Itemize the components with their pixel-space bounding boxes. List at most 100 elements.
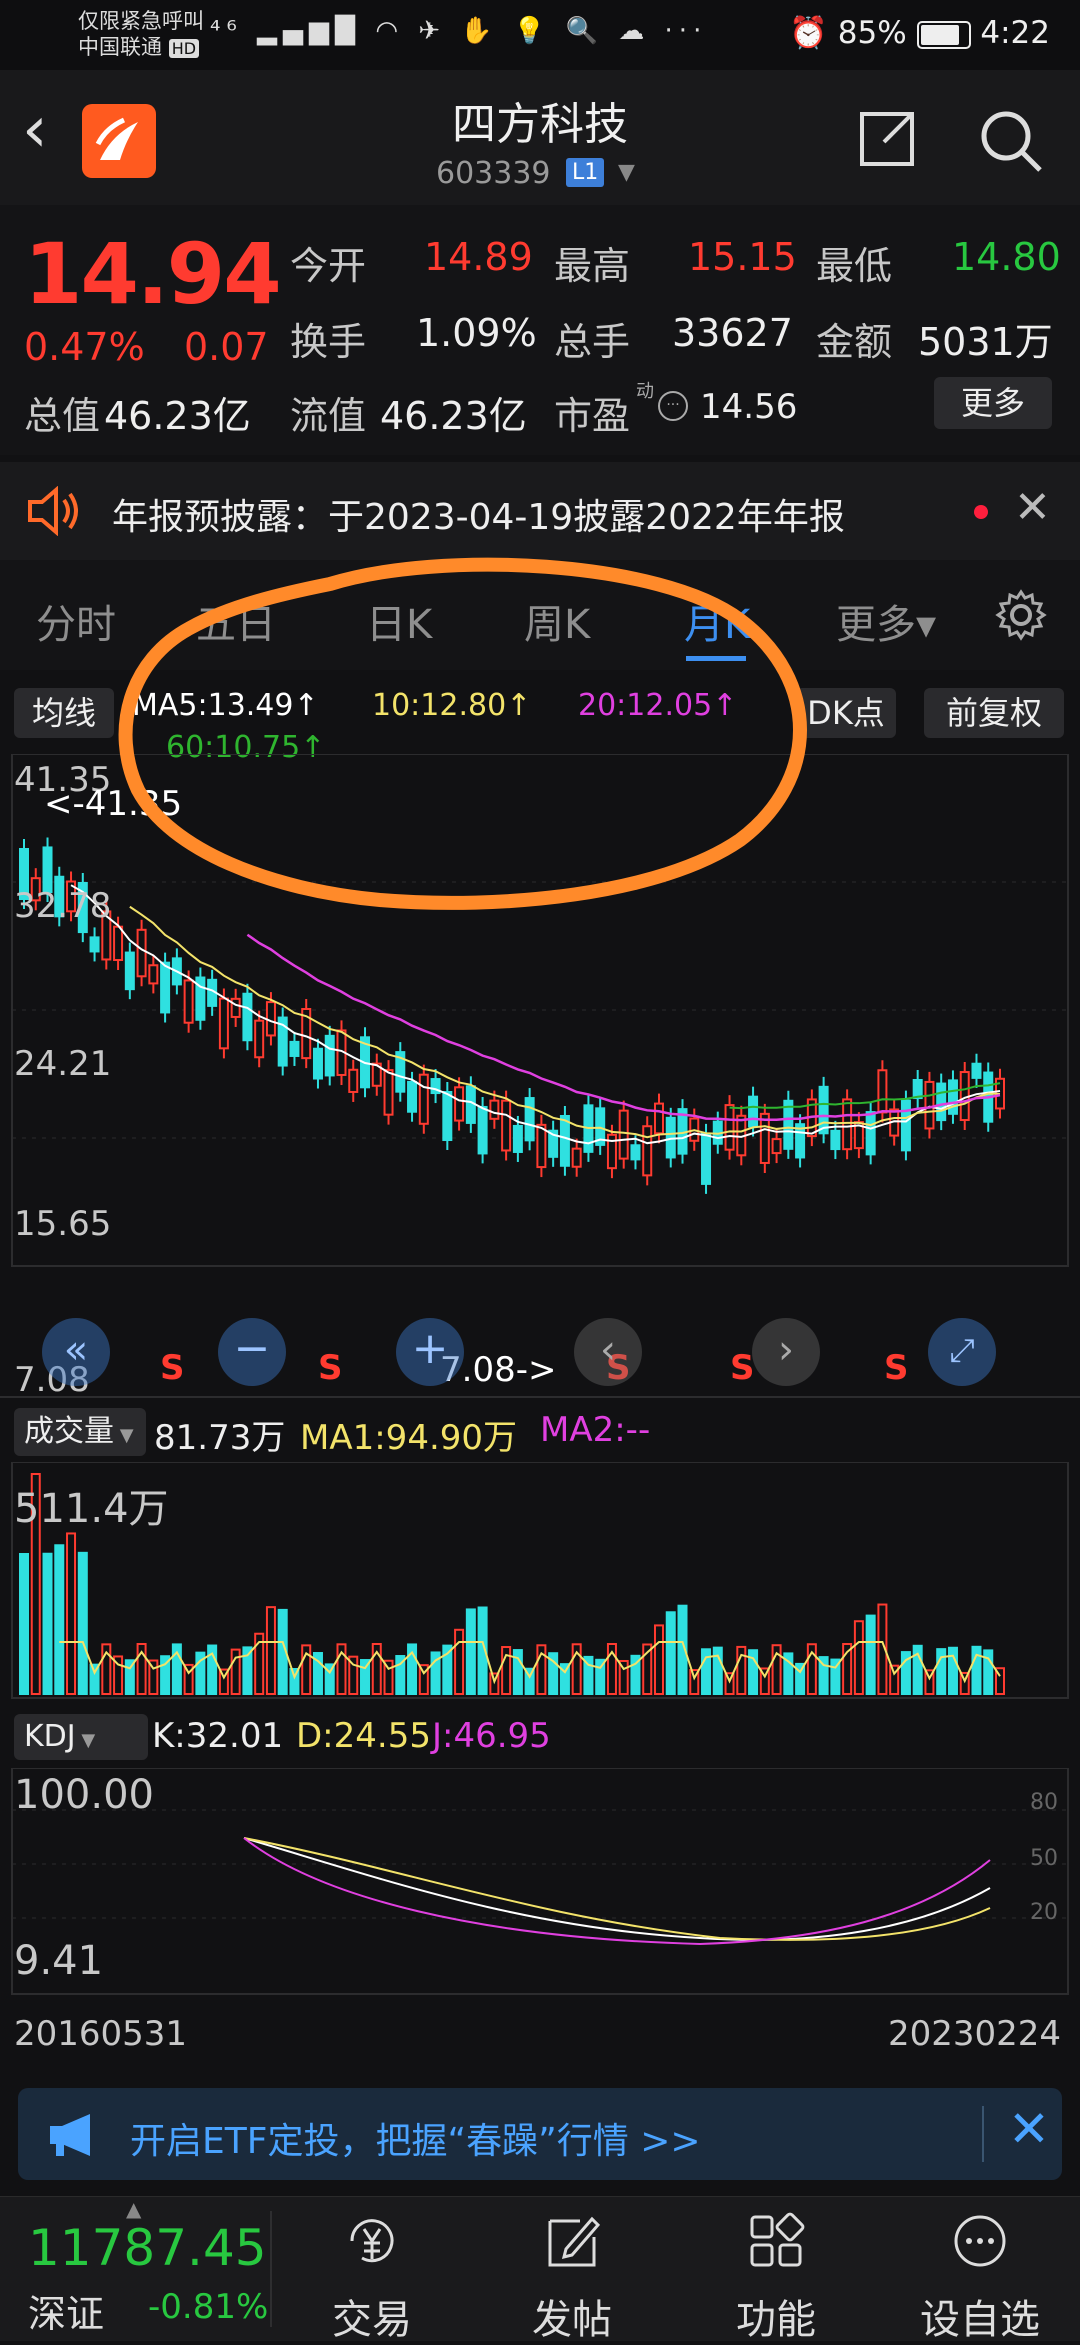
nav-watchlist-label: 设自选 bbox=[920, 2297, 1040, 2343]
low-value: 14.80 bbox=[952, 235, 1061, 279]
kdj-chart[interactable] bbox=[0, 1768, 1080, 1998]
kdj-selector[interactable]: KDJ ▼ bbox=[14, 1714, 148, 1760]
candle bbox=[348, 1068, 359, 1093]
candle bbox=[454, 1086, 465, 1122]
candle bbox=[771, 1138, 782, 1155]
divider bbox=[982, 2106, 984, 2162]
close-icon[interactable]: ✕ bbox=[1014, 482, 1051, 533]
pe-label: 市盈 bbox=[554, 394, 631, 438]
quote-panel: 14.94 0.47% 0.07 今开 14.89 最高 15.15 最低 14… bbox=[0, 205, 1080, 455]
nav-post-label: 发帖 bbox=[532, 2297, 612, 2343]
index-ticker[interactable]: ▲ 11787.45 深证 -0.81% bbox=[0, 2197, 270, 2341]
volume-selector[interactable]: 成交量 ▼ bbox=[14, 1408, 146, 1456]
dropdown-icon: ▼ bbox=[75, 1730, 96, 1751]
status-icons: ⁴⁶ ▂▄▆█ ◠ ✈ ✋ 💡 🔍 ☁ ··· bbox=[210, 16, 708, 46]
nav-function-label: 功能 bbox=[736, 2297, 816, 2343]
nav-post[interactable]: 发帖 bbox=[492, 2197, 652, 2343]
float-value-label: 流值 bbox=[290, 394, 367, 438]
y-tick-2: 32.78 bbox=[14, 886, 112, 926]
index-change: -0.81% bbox=[148, 2287, 269, 2327]
scroll-prev-icon[interactable]: ‹ bbox=[574, 1318, 642, 1386]
candle bbox=[501, 1099, 512, 1152]
nav-function[interactable]: 功能 bbox=[696, 2197, 856, 2343]
volume-bar bbox=[42, 1552, 53, 1696]
price-adjust-button[interactable]: 前复权 bbox=[924, 688, 1064, 738]
pe-info-icon[interactable]: ··· bbox=[658, 391, 688, 421]
kdj-tick-20: 20 bbox=[1030, 1900, 1058, 1925]
volume-bar bbox=[66, 1532, 77, 1695]
kdj-d-value: D:24.55 bbox=[296, 1716, 431, 1756]
volume-max-label: 511.4万 bbox=[14, 1486, 169, 1532]
gear-icon[interactable] bbox=[994, 588, 1048, 642]
volume-ma1: MA1:94.90万 bbox=[300, 1418, 518, 1458]
close-icon[interactable]: ✕ bbox=[1008, 2100, 1050, 2158]
volume-bar bbox=[465, 1608, 476, 1696]
current-price: 14.94 bbox=[24, 225, 282, 323]
total-value: 46.23亿 bbox=[104, 394, 251, 438]
zoom-in-icon[interactable]: + bbox=[396, 1318, 464, 1386]
open-value: 14.89 bbox=[424, 235, 533, 279]
low-label: 最低 bbox=[816, 244, 893, 288]
candle bbox=[324, 1034, 335, 1077]
tab-more[interactable]: 更多▾ bbox=[836, 592, 936, 650]
clock-time: 4:22 bbox=[980, 15, 1050, 51]
kdj-selector-label: KDJ bbox=[24, 1719, 76, 1754]
y-tick-3: 24.21 bbox=[14, 1044, 112, 1084]
volume-label: 总手 bbox=[554, 320, 631, 364]
candle bbox=[524, 1097, 535, 1142]
battery-icon bbox=[916, 20, 971, 49]
high-label: 最高 bbox=[554, 244, 631, 288]
volume-value: 33627 bbox=[672, 311, 793, 355]
nav-trade-label: 交易 bbox=[332, 2297, 412, 2343]
search-icon[interactable] bbox=[978, 108, 1044, 174]
status-right: ⏰ 85% 4:22 bbox=[789, 14, 1050, 51]
promo-banner[interactable]: 开启ETF定投，把握“春躁”行情 >> ✕ bbox=[18, 2088, 1062, 2180]
promo-text: 开启ETF定投，把握“春躁”行情 >> bbox=[130, 2121, 701, 2162]
scroll-next-icon[interactable]: › bbox=[752, 1318, 820, 1386]
volume-bar bbox=[19, 1553, 29, 1695]
scroll-left-icon[interactable]: « bbox=[42, 1318, 110, 1386]
candle bbox=[618, 1109, 629, 1160]
change-percent: 0.47% bbox=[24, 325, 145, 369]
kdj-j-value: J:46.95 bbox=[432, 1716, 551, 1756]
expand-up-icon: ▲ bbox=[126, 2197, 142, 2221]
volume-bar bbox=[865, 1614, 876, 1695]
more-quote-button[interactable]: 更多 bbox=[934, 377, 1052, 429]
candle bbox=[748, 1095, 759, 1128]
alarm-icon: ⏰ bbox=[789, 15, 828, 51]
candle bbox=[148, 964, 159, 985]
candle bbox=[536, 1123, 547, 1169]
open-label: 今开 bbox=[290, 244, 367, 288]
carrier-emergency-text: 仅限紧急呼叫 bbox=[78, 9, 204, 33]
zoom-out-icon[interactable]: − bbox=[218, 1318, 286, 1386]
nav-trade[interactable]: 交易 bbox=[292, 2197, 452, 2343]
sell-marker: S bbox=[160, 1348, 185, 1388]
sell-marker: S bbox=[884, 1348, 909, 1388]
chart-area: 均线 MA5:13.49↑ 10:12.80↑ 20:12.05↑ 60:10.… bbox=[0, 557, 1080, 2080]
volume-bar bbox=[853, 1620, 864, 1696]
candle bbox=[242, 992, 253, 1042]
index-name: 深证 bbox=[28, 2292, 105, 2336]
volume-bar bbox=[454, 1628, 465, 1696]
nav-watchlist[interactable]: 设自选 bbox=[900, 2197, 1060, 2343]
announcement-text: 年报预披露：于2023-04-19披露2022年年报 bbox=[112, 497, 845, 538]
level-dropdown-icon[interactable]: ▼ bbox=[618, 160, 635, 185]
candle bbox=[312, 1047, 323, 1080]
candle bbox=[865, 1111, 876, 1156]
candle bbox=[489, 1099, 500, 1120]
kdj-d-line bbox=[243, 1837, 991, 1941]
amount-label: 金额 bbox=[816, 320, 893, 364]
candle bbox=[512, 1124, 523, 1153]
share-icon[interactable] bbox=[858, 110, 916, 168]
divider bbox=[0, 1396, 1080, 1398]
announcement-bar[interactable]: 年报预披露：于2023-04-19披露2022年年报 ✕ bbox=[0, 462, 1080, 560]
candle bbox=[653, 1102, 664, 1135]
turnover-label: 换手 bbox=[290, 320, 367, 364]
candle bbox=[230, 997, 241, 1018]
indicator-button[interactable]: 均线 bbox=[14, 688, 114, 738]
pe-dynamic-sup: 动 bbox=[636, 381, 654, 402]
dropdown-icon: ▼ bbox=[114, 1425, 134, 1446]
fullscreen-icon[interactable]: ⤢ bbox=[928, 1318, 996, 1386]
level-badge[interactable]: L1 bbox=[566, 158, 605, 187]
volume-bar bbox=[947, 1646, 958, 1696]
